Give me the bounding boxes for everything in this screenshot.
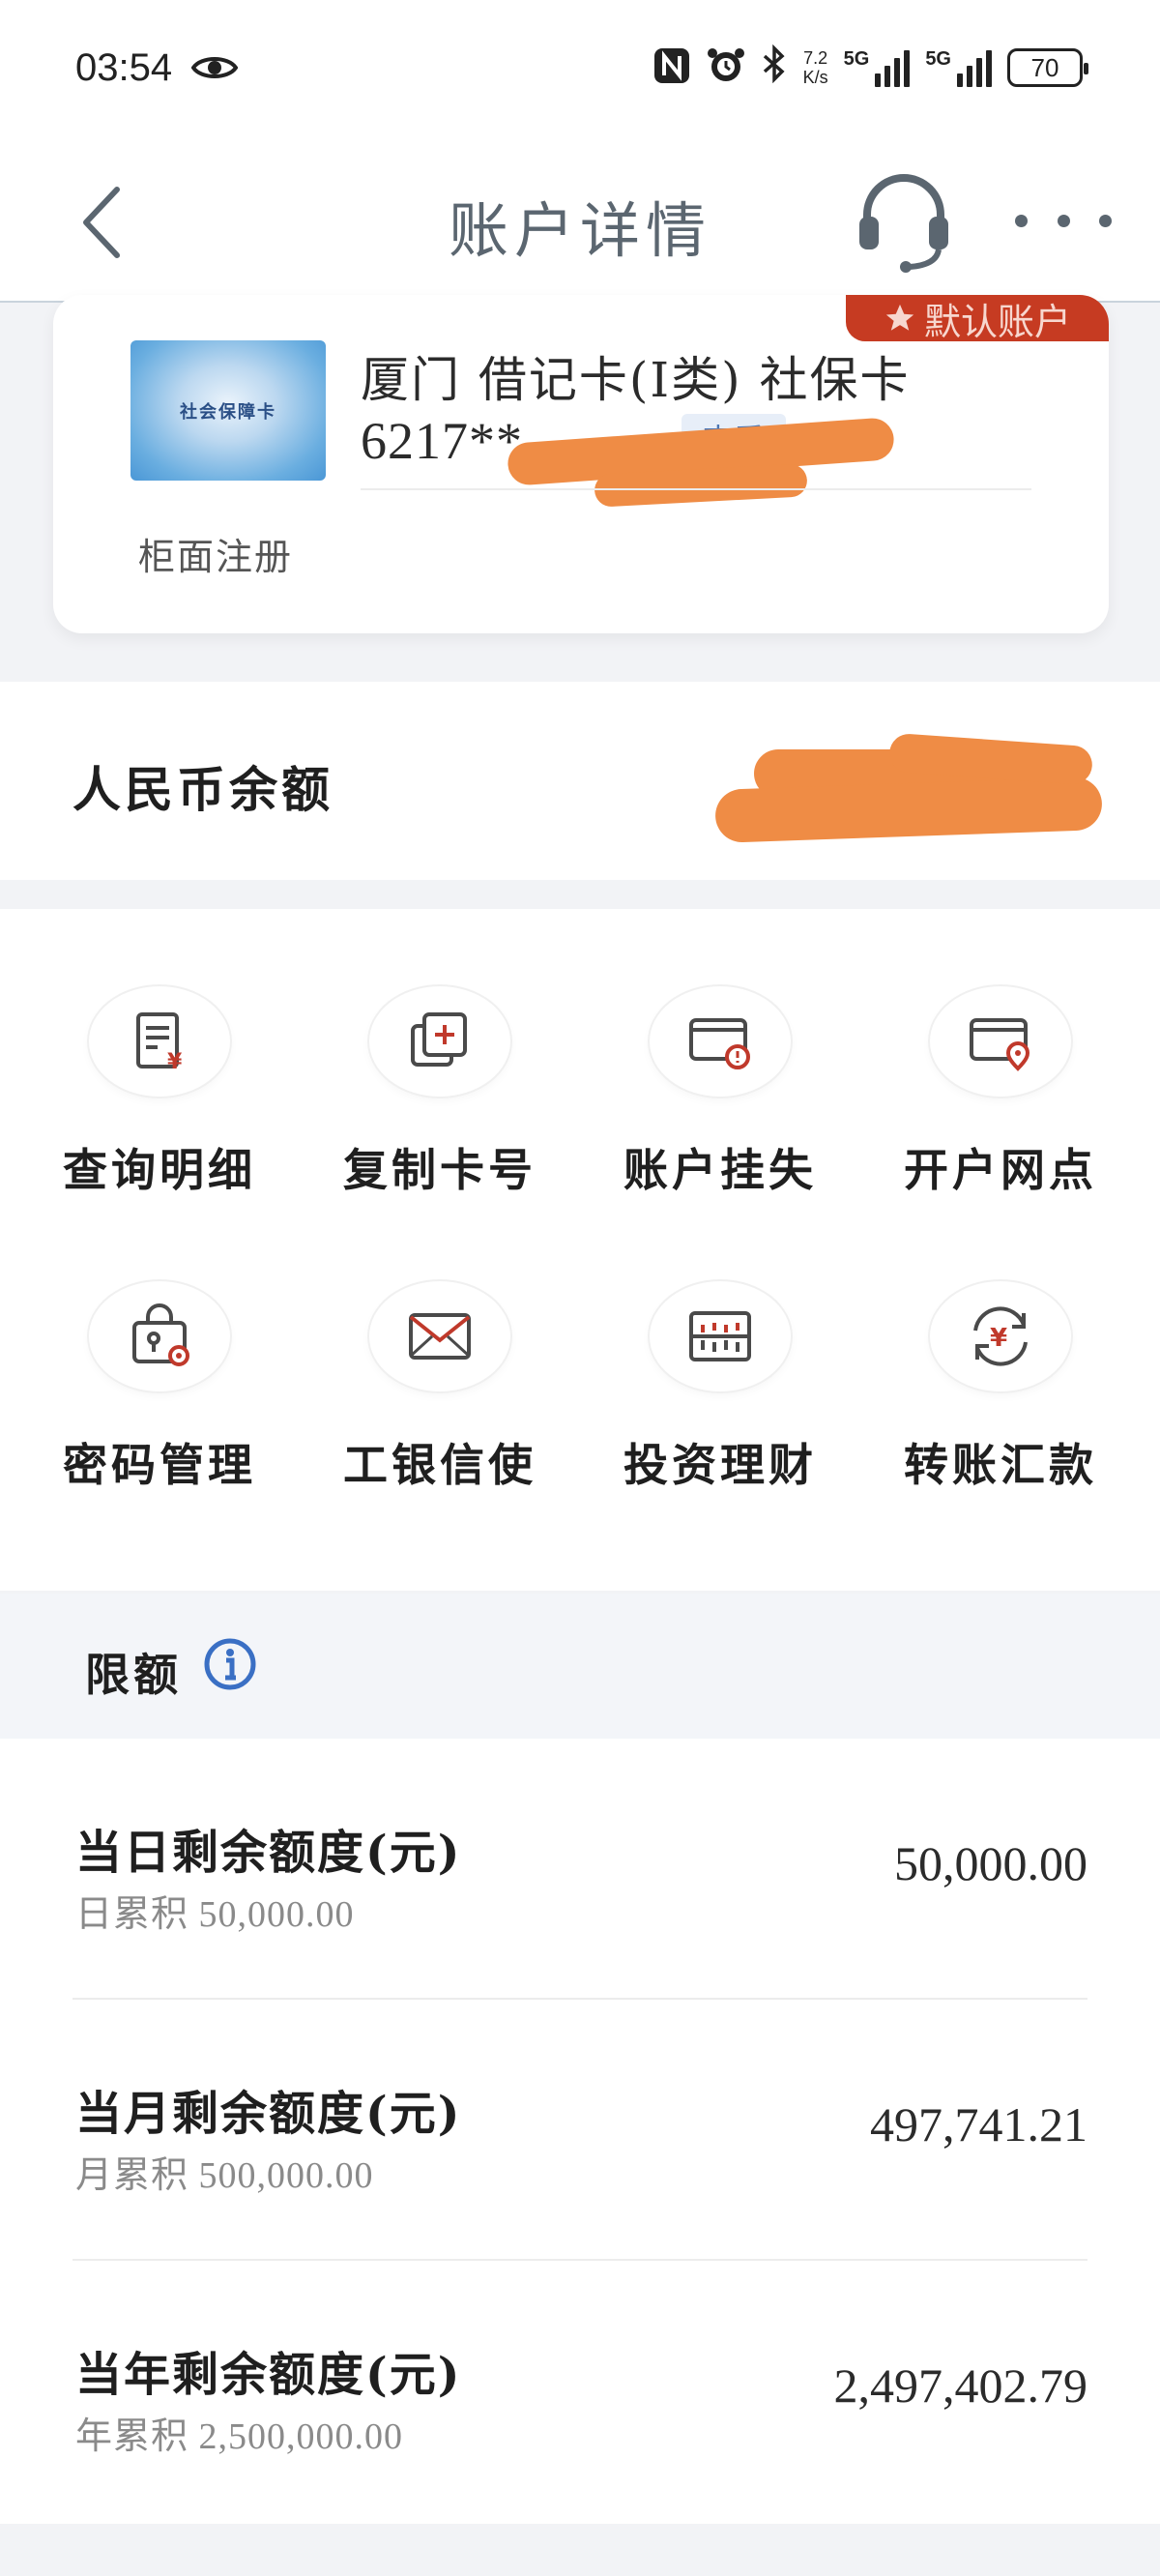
function-grid: ¥ 查询明细 复制卡号 账户挂失 开户网点 密码管理 工银信使 投资理财 ¥ 转… bbox=[0, 909, 1160, 1591]
function-label: 工银信使 bbox=[343, 1439, 536, 1491]
limits-header: 限额 bbox=[0, 1594, 1160, 1739]
signal-icon: 5G bbox=[844, 48, 911, 87]
function-statement[interactable]: ¥ 查询明细 bbox=[19, 909, 300, 1199]
function-label: 复制卡号 bbox=[343, 1144, 536, 1196]
transfer-yuan-icon: ¥ bbox=[930, 1281, 1071, 1391]
limit-row-yearly: 当年剩余额度(元) 年累积 2,500,000.00 2,497,402.79 bbox=[72, 2261, 1088, 2522]
limits-list: 当日剩余额度(元) 日累积 50,000.00 50,000.00 当月剩余额度… bbox=[0, 1739, 1160, 2524]
function-report-loss[interactable]: 账户挂失 bbox=[580, 909, 860, 1199]
account-card-section: 默认账户 社会保障卡 厦门 借记卡(I类) 社保卡 6217** 查看 柜面注册 bbox=[0, 295, 1160, 682]
limit-row-monthly: 当月剩余额度(元) 月累积 500,000.00 497,741.21 bbox=[72, 2000, 1088, 2261]
function-investment[interactable]: 投资理财 bbox=[580, 1204, 860, 1494]
nfc-icon bbox=[652, 46, 691, 89]
function-branch[interactable]: 开户网点 bbox=[860, 909, 1141, 1199]
limit-row-daily: 当日剩余额度(元) 日累积 50,000.00 50,000.00 bbox=[72, 1739, 1088, 2000]
limit-name: 当年剩余额度(元) bbox=[75, 2348, 462, 2402]
battery-level: 70 bbox=[1030, 52, 1059, 82]
status-bar: 03:54 7.2 K/s 5G 5G 70 bbox=[0, 0, 1160, 145]
limit-accumulated: 月累积 500,000.00 bbox=[75, 2155, 374, 2196]
battery-icon: 70 bbox=[1007, 48, 1088, 87]
limit-remaining-value: 2,497,402.79 bbox=[833, 2358, 1088, 2413]
function-messenger[interactable]: 工银信使 bbox=[300, 1204, 580, 1494]
dot-icon bbox=[1057, 214, 1070, 227]
alarm-icon bbox=[707, 46, 745, 89]
balance-label: 人民币余额 bbox=[72, 761, 334, 818]
limit-remaining-value: 50,000.00 bbox=[894, 1836, 1088, 1890]
default-account-badge: 默认账户 bbox=[846, 295, 1109, 343]
account-card[interactable]: 默认账户 社会保障卡 厦门 借记卡(I类) 社保卡 6217** 查看 柜面注册 bbox=[53, 295, 1109, 633]
balance-row: 人民币余额 bbox=[0, 682, 1160, 880]
envelope-icon bbox=[369, 1281, 510, 1391]
function-label: 开户网点 bbox=[904, 1144, 1097, 1196]
limit-remaining-value: 497,741.21 bbox=[870, 2097, 1088, 2152]
info-icon[interactable] bbox=[203, 1637, 257, 1691]
function-label: 投资理财 bbox=[624, 1439, 817, 1491]
limit-name: 当日剩余额度(元) bbox=[75, 1826, 462, 1880]
lock-gear-icon bbox=[89, 1281, 230, 1391]
bluetooth-icon bbox=[761, 44, 788, 91]
divider bbox=[361, 488, 1031, 490]
card-report-loss-icon bbox=[650, 986, 791, 1097]
abacus-icon bbox=[650, 1281, 791, 1391]
function-password[interactable]: 密码管理 bbox=[19, 1204, 300, 1494]
signal-icon: 5G bbox=[925, 48, 992, 87]
card-name: 厦门 借记卡(I类) 社保卡 bbox=[361, 352, 911, 408]
svg-text:¥: ¥ bbox=[167, 1050, 183, 1074]
default-account-label: 默认账户 bbox=[923, 300, 1071, 343]
more-options-button[interactable] bbox=[1015, 191, 1112, 249]
card-image-text: 社会保障卡 bbox=[180, 401, 276, 423]
function-copy-card[interactable]: 复制卡号 bbox=[300, 909, 580, 1199]
function-label: 账户挂失 bbox=[624, 1144, 817, 1196]
function-label: 密码管理 bbox=[63, 1439, 256, 1491]
network-speed: 7.2 K/s bbox=[802, 48, 828, 87]
card-number: 6217** bbox=[361, 412, 523, 470]
limit-accumulated: 日累积 50,000.00 bbox=[75, 1894, 355, 1935]
dot-icon bbox=[1099, 214, 1112, 227]
social-security-card-image: 社会保障卡 bbox=[130, 340, 326, 481]
balance-value-redacted bbox=[714, 732, 1121, 846]
page-title: 账户详情 bbox=[448, 195, 711, 266]
limit-accumulated: 年累积 2,500,000.00 bbox=[75, 2416, 404, 2457]
status-time: 03:54 bbox=[75, 46, 173, 89]
navigation-bar: 账户详情 bbox=[0, 145, 1160, 303]
copy-card-icon bbox=[369, 986, 510, 1097]
statement-yuan-icon: ¥ bbox=[89, 986, 230, 1097]
function-label: 查询明细 bbox=[63, 1144, 256, 1196]
limit-name: 当月剩余额度(元) bbox=[75, 2087, 462, 2141]
function-transfer[interactable]: ¥ 转账汇款 bbox=[860, 1204, 1141, 1494]
customer-service-button[interactable] bbox=[851, 164, 957, 280]
function-label: 转账汇款 bbox=[904, 1439, 1097, 1491]
star-icon bbox=[885, 304, 914, 331]
dot-icon bbox=[1015, 214, 1028, 227]
bottom-spacer bbox=[0, 2524, 1160, 2576]
svg-text:¥: ¥ bbox=[990, 1324, 1007, 1353]
registration-type: 柜面注册 bbox=[138, 536, 294, 578]
limits-title: 限额 bbox=[85, 1649, 182, 1701]
headset-icon bbox=[859, 174, 948, 273]
eye-icon bbox=[190, 52, 239, 87]
card-location-icon bbox=[930, 986, 1071, 1097]
